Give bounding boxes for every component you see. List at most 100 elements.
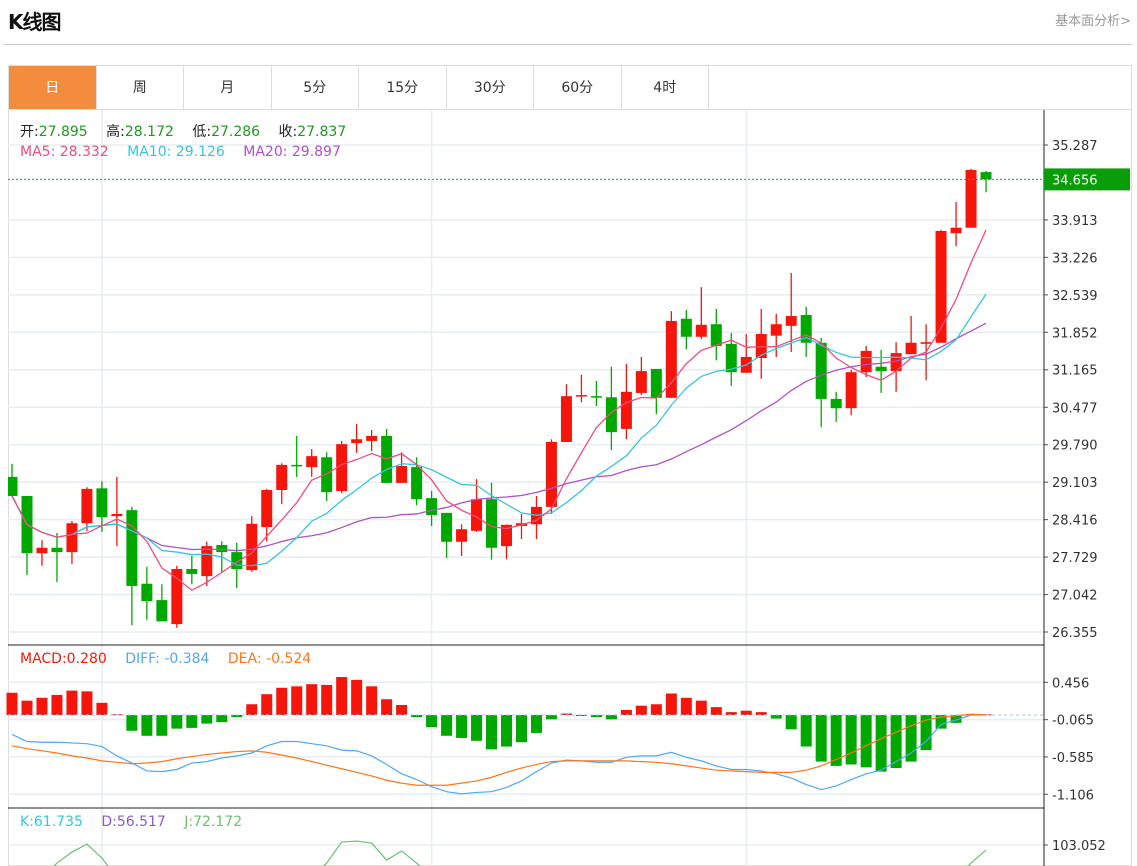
candle-down [411, 467, 423, 500]
macd-bar-positive [276, 687, 288, 715]
macd-bar-negative [126, 715, 138, 731]
candle-up [351, 439, 363, 444]
candle-up [36, 547, 48, 554]
ma10-line [11, 293, 987, 567]
candle-up [171, 569, 183, 625]
j-line [53, 843, 109, 866]
close-value: 27.837 [297, 124, 347, 140]
price-tick-label: 28.416 [1052, 514, 1098, 529]
candle-up [306, 456, 318, 468]
price-tick-label: 33.913 [1052, 214, 1098, 229]
macd-bar-negative [171, 715, 183, 729]
ma5-value: MA5: 28.332 [20, 144, 109, 160]
macd-bar-negative [875, 715, 887, 772]
macd-bar-negative [770, 715, 782, 719]
price-tick-label: 35.287 [1052, 139, 1098, 154]
macd-bar-positive [66, 690, 78, 715]
kdj-tick-label: 103.052 [1052, 839, 1106, 854]
macd-tick-label: -0.585 [1052, 751, 1094, 766]
candle-down [321, 457, 333, 493]
candle-down [96, 488, 108, 518]
macd-bar-negative [426, 715, 438, 728]
price-tick-label: 26.355 [1052, 626, 1098, 641]
macd-bar-negative [201, 715, 213, 724]
last-price-label: 34.656 [1052, 173, 1098, 188]
macd-bar-positive [680, 697, 692, 715]
macd-bar-negative [860, 715, 872, 768]
close-label: 收: [278, 124, 298, 140]
macd-bar-positive [710, 707, 722, 715]
macd-bar-positive [321, 684, 333, 715]
candle-up [276, 464, 288, 490]
macd-bar-negative [545, 715, 557, 720]
macd-bar-negative [486, 715, 498, 750]
candle-down [216, 545, 228, 553]
candle-down [51, 547, 63, 553]
candle-down [680, 318, 692, 337]
candle-down [231, 552, 243, 570]
macd-bar-negative [141, 715, 153, 736]
macd-bar-positive [96, 702, 108, 715]
macd-bar-negative [845, 715, 857, 765]
macd-bar-negative [501, 715, 513, 747]
high-value: 28.172 [124, 124, 174, 140]
candle-up [545, 441, 557, 507]
candle-up [366, 435, 378, 441]
candle-up [620, 391, 632, 429]
candle-up [201, 546, 213, 577]
macd-bar-positive [21, 700, 33, 715]
candle-up [860, 350, 872, 373]
candle-down [980, 172, 992, 180]
macd-bar-positive [291, 686, 303, 715]
candle-up [920, 342, 932, 344]
candle-up [905, 342, 917, 355]
candle-down [156, 600, 168, 622]
candle-down [815, 342, 827, 399]
macd-bar-positive [635, 705, 647, 715]
candle-down [141, 583, 153, 602]
kdj-legend: K:61.735 D:56.517 J:72.172 [20, 814, 256, 830]
ma20-value: MA20: 29.897 [243, 144, 341, 160]
price-tick-label: 31.852 [1052, 326, 1098, 341]
macd-bar-positive [246, 704, 258, 715]
candle-up [111, 513, 123, 517]
candle-up [81, 488, 93, 524]
macd-bar-negative [456, 715, 468, 738]
price-tick-label: 33.226 [1052, 251, 1098, 266]
ma20-line [11, 322, 987, 552]
macd-bar-positive [51, 694, 63, 715]
ma10-value: MA10: 29.126 [127, 144, 225, 160]
macd-tick-label: 0.456 [1052, 676, 1089, 691]
candle-up [695, 324, 707, 337]
macd-bar-positive [306, 684, 318, 715]
price-tick-label: 27.042 [1052, 589, 1098, 604]
candle-up [456, 529, 468, 542]
macd-bar-negative [471, 715, 483, 741]
candle-down [830, 398, 842, 409]
candle-down [590, 396, 602, 398]
ma5-line [11, 229, 987, 592]
k-value: K:61.735 [20, 814, 83, 830]
macd-tick-label: -1.106 [1052, 788, 1094, 803]
macd-bar-negative [800, 715, 812, 747]
candle-up [635, 371, 647, 393]
macd-bar-positive [36, 697, 48, 715]
j-line [967, 849, 987, 866]
macd-bar-negative [156, 715, 168, 736]
macd-legend: MACD:0.280 DIFF: -0.384 DEA: -0.524 [20, 651, 325, 667]
candle-down [291, 464, 303, 467]
macd-bar-negative [815, 715, 827, 762]
candle-up [950, 227, 962, 234]
low-value: 27.286 [211, 124, 261, 140]
macd-bar-positive [381, 699, 393, 715]
candles-group [8, 168, 992, 628]
macd-bar-positive [620, 709, 632, 715]
candle-down [8, 476, 18, 496]
price-tick-label: 29.790 [1052, 439, 1098, 454]
macd-bar-negative [890, 715, 902, 769]
candle-up [396, 465, 408, 483]
macd-bar-positive [6, 692, 18, 715]
candle-up [935, 230, 947, 343]
candle-down [441, 512, 453, 542]
candle-up [785, 316, 797, 326]
